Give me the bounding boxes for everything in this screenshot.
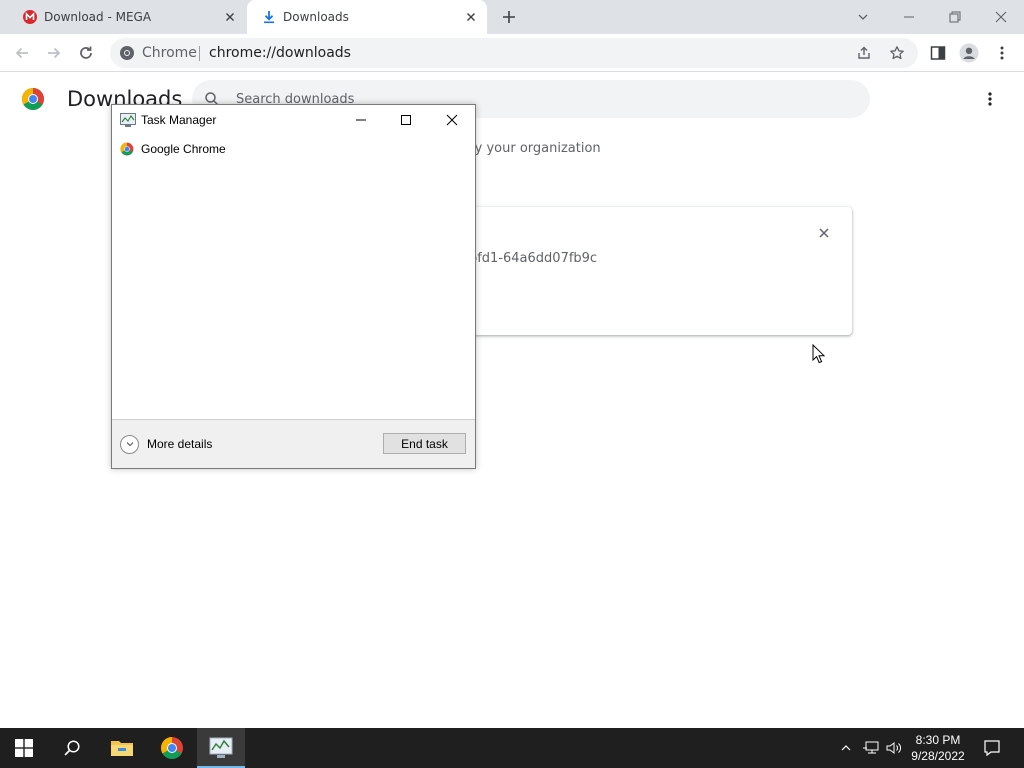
- tm-maximize-icon[interactable]: [383, 105, 429, 135]
- close-tab-icon[interactable]: [463, 9, 479, 25]
- mouse-cursor-icon: [812, 343, 826, 364]
- tab-mega[interactable]: Download - MEGA: [8, 0, 246, 34]
- url-text[interactable]: chrome://downloads: [209, 45, 351, 61]
- volume-icon[interactable]: [884, 738, 904, 758]
- task-manager-title: Task Manager: [141, 113, 217, 127]
- task-manager-footer: More details End task: [112, 419, 475, 468]
- task-manager-icon: [120, 113, 136, 127]
- chrome-site-icon[interactable]: [119, 45, 135, 61]
- downloads-menu-icon[interactable]: [980, 89, 1000, 109]
- task-list-item[interactable]: Google Chrome: [112, 139, 475, 159]
- site-label: Chrome: [142, 45, 197, 61]
- restore-icon[interactable]: [944, 6, 966, 28]
- task-manager-icon[interactable]: [197, 728, 245, 768]
- notification-center-icon[interactable]: [980, 736, 1004, 760]
- file-explorer-icon[interactable]: [98, 728, 146, 768]
- chrome-icon: [120, 142, 134, 156]
- tab-search-chevron-icon[interactable]: [852, 6, 874, 28]
- back-arrow-icon[interactable]: [12, 43, 32, 63]
- mega-icon: [22, 9, 38, 25]
- end-task-button[interactable]: End task: [383, 433, 466, 454]
- tm-close-icon[interactable]: [429, 105, 475, 135]
- chrome-icon[interactable]: [148, 728, 196, 768]
- chevron-down-icon[interactable]: [120, 434, 139, 454]
- browser-toolbar: Chrome chrome://downloads: [0, 34, 1024, 72]
- address-bar[interactable]: Chrome chrome://downloads: [110, 38, 918, 68]
- start-icon[interactable]: [0, 728, 48, 768]
- clock-date: 9/28/2022: [911, 749, 965, 763]
- side-panel-icon[interactable]: [928, 43, 948, 63]
- close-window-icon[interactable]: [990, 6, 1012, 28]
- reload-icon[interactable]: [76, 43, 96, 63]
- remove-download-icon[interactable]: [816, 225, 832, 241]
- forward-arrow-icon[interactable]: [44, 43, 64, 63]
- share-icon[interactable]: [856, 45, 872, 61]
- show-hidden-icons-chevron-icon[interactable]: [836, 738, 856, 758]
- download-icon: [261, 9, 277, 25]
- windows-taskbar: 8:30 PM 9/28/2022: [0, 728, 1024, 768]
- system-clock[interactable]: 8:30 PM 9/28/2022: [902, 732, 974, 764]
- tm-minimize-icon[interactable]: [338, 105, 384, 135]
- tab-title: Downloads: [283, 10, 349, 24]
- new-tab-icon[interactable]: [500, 8, 518, 26]
- browser-menu-icon[interactable]: [992, 43, 1012, 63]
- close-tab-icon[interactable]: [222, 9, 238, 25]
- task-name: Google Chrome: [141, 142, 226, 156]
- tab-strip: Download - MEGA Downloads: [0, 0, 1024, 34]
- more-details-label[interactable]: More details: [147, 437, 212, 451]
- minimize-icon[interactable]: [898, 6, 920, 28]
- tab-downloads[interactable]: Downloads: [247, 0, 487, 34]
- search-icon[interactable]: [48, 728, 96, 768]
- managed-notice-suffix: by your organization: [462, 141, 601, 156]
- omnibox-divider: [199, 46, 200, 61]
- task-manager-window: Task Manager Google Chrome More details …: [111, 104, 476, 469]
- tab-title: Download - MEGA: [44, 10, 152, 24]
- bookmark-star-icon[interactable]: [889, 45, 905, 61]
- more-details-toggle[interactable]: More details: [120, 434, 212, 454]
- profile-avatar-icon[interactable]: [959, 43, 979, 63]
- chrome-logo-icon: [21, 87, 45, 111]
- network-icon[interactable]: [861, 738, 881, 758]
- clock-time: 8:30 PM: [915, 733, 961, 747]
- task-manager-titlebar[interactable]: Task Manager: [112, 105, 475, 135]
